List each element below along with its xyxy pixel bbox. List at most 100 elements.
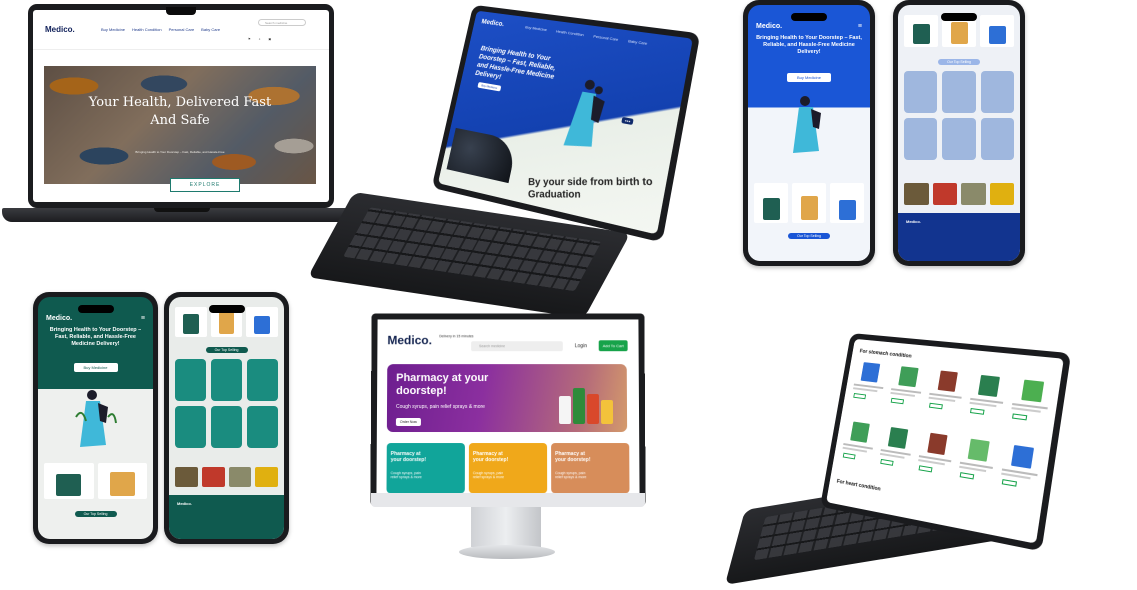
product-card[interactable] — [839, 419, 879, 466]
logo[interactable]: Medico. — [756, 23, 782, 30]
hamburger-menu-icon[interactable]: ≡ — [858, 23, 862, 30]
tablet-mockup-blue: Medico. Buy Medicine Health Condition Pe… — [307, 4, 701, 319]
product-card[interactable] — [1008, 377, 1054, 427]
product-row — [38, 463, 153, 499]
product-card[interactable] — [246, 307, 279, 337]
monitor-chin — [371, 493, 645, 507]
flag-icon[interactable]: ⚑ — [248, 37, 251, 41]
laptop-mockup: Medico. Buy Medicine Health Condition Pe… — [2, 4, 362, 226]
product-tile[interactable] — [904, 118, 938, 160]
product-tile[interactable] — [942, 118, 976, 160]
product-card[interactable] — [792, 183, 826, 223]
utility-icons: ⚑ ⌖ ▣ — [248, 37, 271, 41]
search-input[interactable]: Search medicine — [471, 341, 563, 352]
phone-screen: Medico. ≡ Bringing Health to Your Doorst… — [748, 5, 870, 261]
category-card[interactable] — [904, 183, 929, 205]
section-title: Our Top Selling — [938, 59, 980, 65]
search-input[interactable]: Search medicine — [258, 19, 306, 26]
buy-medicine-button[interactable]: Buy Medicine — [787, 73, 831, 82]
nav-link-buy-medicine[interactable]: Buy Medicine — [101, 27, 125, 32]
category-row — [898, 183, 1020, 205]
product-card[interactable] — [97, 463, 147, 499]
tablet-mockup-catalog: For stomach condition For heart conditio… — [724, 332, 1072, 590]
product-tile[interactable] — [942, 71, 976, 113]
category-card[interactable] — [201, 467, 225, 487]
hero-title: Pharmacy at your doorstep! — [396, 372, 489, 398]
explore-button[interactable]: EXPLORE — [170, 178, 240, 192]
category-row — [169, 467, 284, 487]
product-tile[interactable] — [175, 406, 206, 448]
product-tile[interactable] — [904, 71, 938, 113]
promo-card-title: Pharmacy at your doorstep! — [555, 451, 591, 464]
product-tile[interactable] — [211, 359, 242, 401]
product-tile[interactable] — [247, 406, 278, 448]
product-card[interactable] — [876, 424, 917, 472]
product-card[interactable] — [754, 183, 788, 223]
footer-logo[interactable]: Medico. — [177, 501, 192, 506]
category-card[interactable] — [961, 183, 986, 205]
category-card[interactable] — [255, 467, 278, 487]
nav-link-personal-care[interactable]: Personal Care — [593, 34, 619, 44]
hamburger-menu-icon[interactable]: ≡ — [141, 315, 145, 322]
logo[interactable]: Medico. — [45, 25, 93, 34]
section-heading: For stomach condition — [859, 348, 913, 360]
nav-link-personal-care[interactable]: Personal Care — [169, 27, 195, 32]
product-tile[interactable] — [175, 359, 206, 401]
category-card[interactable] — [228, 467, 252, 487]
product-card[interactable] — [175, 307, 207, 337]
graduation-photo — [446, 127, 518, 184]
section-title: Our Top Selling — [205, 347, 248, 353]
graduate-illustration — [793, 96, 821, 153]
nav-link-baby-care[interactable]: Baby Care — [627, 38, 648, 47]
promo-card[interactable]: Pharmacy at your doorstep! Cough syrups,… — [468, 443, 548, 494]
product-tile[interactable] — [247, 359, 278, 401]
logo[interactable]: Medico. — [481, 19, 505, 28]
phone-screen: Medico. ≡ Bringing Health to Your Doorst… — [38, 297, 153, 539]
cart-icon[interactable]: ▣ — [268, 37, 271, 41]
slogan-text: By your side from birth to Graduation — [527, 176, 653, 201]
product-card[interactable] — [886, 363, 927, 409]
logo[interactable]: Medico. — [387, 333, 432, 347]
order-now-button[interactable]: Order Now — [395, 417, 421, 427]
category-card[interactable] — [932, 183, 957, 205]
nav-link-health-condition[interactable]: Health Condition — [132, 27, 162, 32]
nav-link-health-condition[interactable]: Health Condition — [555, 29, 585, 39]
laptop-notch — [166, 7, 196, 15]
promo-card[interactable]: Pharmacy at your doorstep! Cough syrups,… — [551, 443, 630, 494]
phone-mockup-blue-home: Medico. ≡ Bringing Health to Your Doorst… — [743, 0, 875, 266]
category-card[interactable] — [989, 183, 1014, 205]
tablet-screen: For stomach condition For heart conditio… — [826, 338, 1064, 544]
footer-logo[interactable]: Medico. — [906, 219, 921, 224]
product-card[interactable] — [830, 183, 864, 223]
promo-card[interactable]: Pharmacy at your doorstep! Cough syrups,… — [386, 443, 465, 494]
footer: Medico. — [169, 495, 284, 539]
section-heading: For heart condition — [836, 478, 882, 493]
hero-title: Bringing Health to Your Doorstep – Fast,… — [49, 327, 142, 347]
nav-link-buy-medicine[interactable]: Buy Medicine — [524, 25, 548, 34]
add-to-cart-button[interactable]: Add To Cart — [598, 340, 628, 352]
hero-title-line1: Your Health, Delivered Fast — [88, 95, 272, 110]
hero-banner: Your Health, Delivered Fast And Safe Bri… — [44, 66, 316, 184]
product-card[interactable] — [914, 429, 957, 478]
login-link[interactable]: Login — [575, 343, 587, 349]
product-card[interactable] — [904, 15, 938, 47]
product-card[interactable] — [980, 15, 1014, 47]
product-tile[interactable] — [211, 406, 242, 448]
product-card[interactable] — [965, 372, 1009, 420]
buy-medicine-button[interactable]: Buy Medicine — [477, 81, 502, 92]
buy-medicine-button[interactable]: Buy Medicine — [73, 363, 118, 372]
product-tile[interactable] — [980, 71, 1014, 113]
delivery-tagline: Delivery in 15 minutes — [439, 334, 474, 339]
product-card[interactable] — [955, 435, 1000, 486]
product-card[interactable] — [998, 441, 1044, 493]
product-card[interactable] — [44, 463, 94, 499]
phone-mockup-blue-products: Our Top Selling Medico. — [893, 0, 1025, 266]
product-bottles-image — [558, 388, 614, 424]
logo[interactable]: Medico. — [46, 315, 72, 322]
location-icon[interactable]: ⌖ — [259, 37, 261, 41]
category-card[interactable] — [175, 467, 198, 487]
nav-link-baby-care[interactable]: Baby Care — [201, 27, 220, 32]
product-tile[interactable] — [980, 118, 1014, 160]
product-card[interactable] — [849, 359, 889, 404]
product-card[interactable] — [925, 368, 968, 415]
